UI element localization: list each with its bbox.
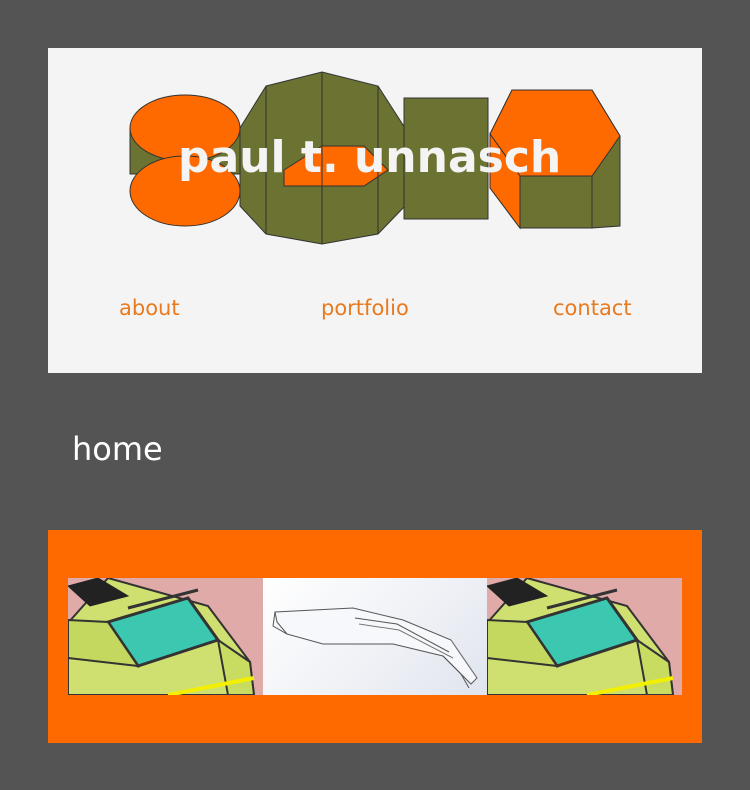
site-logo[interactable]: paul t. unnasch — [48, 48, 702, 258]
gallery-image-car-render[interactable] — [487, 578, 682, 695]
nav-link-portfolio[interactable]: portfolio — [321, 296, 409, 320]
page-title: home — [72, 430, 163, 468]
nav-link-about[interactable]: about — [119, 296, 180, 320]
gallery-image-cad-wireframe[interactable] — [263, 578, 487, 695]
cad-wireframe-image — [272, 607, 478, 689]
site-header: paul t. unnasch about portfolio contact — [48, 48, 702, 373]
site-title: paul t. unnasch — [178, 132, 561, 183]
main-nav: about portfolio contact — [48, 296, 702, 326]
car-render-image — [68, 578, 256, 695]
image-slider — [48, 530, 702, 743]
car-render-image — [487, 578, 675, 695]
gallery-image-car-render[interactable] — [68, 578, 263, 695]
nav-link-contact[interactable]: contact — [553, 296, 632, 320]
slider-track — [68, 578, 682, 695]
